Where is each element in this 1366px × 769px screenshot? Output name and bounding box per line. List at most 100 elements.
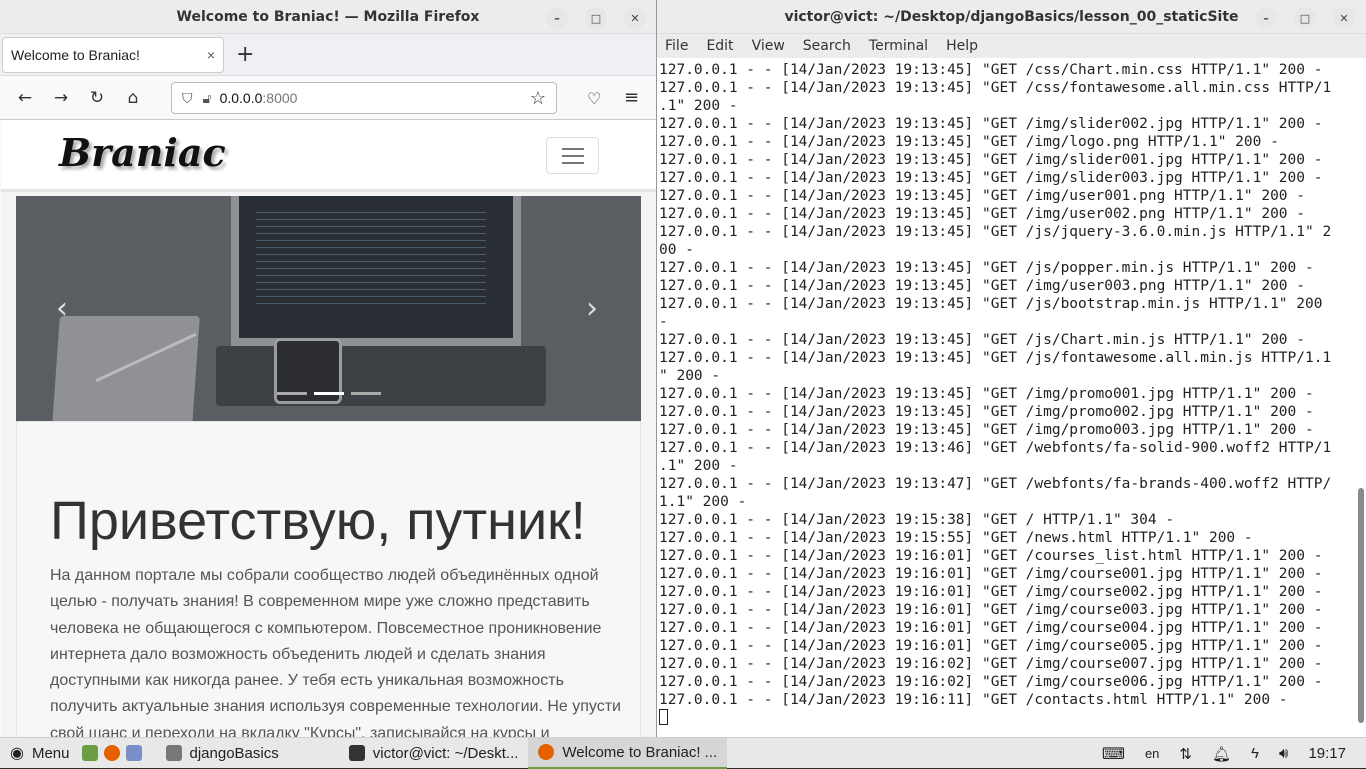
start-menu-button[interactable]: ◉ Menu [0,738,80,769]
terminal-line: .1" 200 - [659,458,738,474]
notifications-icon[interactable]: 🔔︎ [1212,745,1231,763]
terminal-line: 127.0.0.1 - - [14/Jan/2023 19:13:46] "GE… [659,440,1332,456]
close-button[interactable]: ✕ [624,7,646,29]
terminal-output[interactable]: 127.0.0.1 - - [14/Jan/2023 19:13:45] "GE… [659,61,1355,731]
menu-terminal[interactable]: Terminal [869,38,928,54]
terminal-scrollbar[interactable] [1358,488,1364,723]
terminal-line: 127.0.0.1 - - [14/Jan/2023 19:13:45] "GE… [659,206,1306,222]
show-desktop-icon[interactable] [81,745,98,761]
carousel-indicator[interactable] [351,392,381,395]
insecure-lock-icon[interactable]: 🔓︎ [203,90,212,107]
menu-help[interactable]: Help [946,38,978,54]
tab-close-icon[interactable]: × [207,47,215,63]
terminal-line: 127.0.0.1 - - [14/Jan/2023 19:13:45] "GE… [659,134,1279,150]
taskbar-item-label: victor@vict: ~/Deskt... [372,744,519,762]
reload-icon[interactable]: ↻ [86,87,108,109]
terminal-line: - [659,314,668,330]
terminal-window: victor@vict: ~/Desktop/djangoBasics/less… [657,0,1366,737]
terminal-line: 127.0.0.1 - - [14/Jan/2023 19:16:11] "GE… [659,692,1288,708]
site-header: Braniac [1,120,656,192]
volume-icon[interactable]: 🔊︎ [1279,745,1288,762]
terminal-line: 127.0.0.1 - - [14/Jan/2023 19:15:55] "GE… [659,530,1253,546]
page-viewport: Braniac ‹ › Приветствую, путник! На данн… [1,120,656,737]
menu-search[interactable]: Search [803,38,851,54]
terminal-window-title: victor@vict: ~/Desktop/djangoBasics/less… [784,8,1239,25]
power-icon[interactable]: ϟ [1251,745,1259,762]
terminal-line: 127.0.0.1 - - [14/Jan/2023 19:13:45] "GE… [659,188,1306,204]
terminal-line: 127.0.0.1 - - [14/Jan/2023 19:16:01] "GE… [659,620,1323,636]
minimize-button[interactable]: – [546,7,568,29]
terminal-line: 127.0.0.1 - - [14/Jan/2023 19:16:01] "GE… [659,584,1323,600]
back-icon[interactable]: ← [14,87,36,109]
keyboard-layout[interactable]: en [1145,746,1159,761]
terminal-line: 127.0.0.1 - - [14/Jan/2023 19:13:45] "GE… [659,80,1332,96]
terminal-line: 127.0.0.1 - - [14/Jan/2023 19:13:47] "GE… [659,476,1332,492]
terminal-line: 127.0.0.1 - - [14/Jan/2023 19:13:45] "GE… [659,404,1314,420]
menu-view[interactable]: View [752,38,785,54]
carousel-next-icon[interactable]: › [586,291,598,326]
terminal-icon [348,745,365,761]
home-icon[interactable]: ⌂ [122,87,144,109]
carousel-prev-icon[interactable]: ‹ [56,291,68,326]
tab-braniac[interactable]: Welcome to Braniac! × [2,36,224,73]
network-icon[interactable]: ⇅ [1179,745,1192,763]
forward-icon[interactable]: → [50,87,72,109]
welcome-heading: Приветствую, путник! [50,491,586,551]
terminal-cursor [659,709,668,725]
tab-title: Welcome to Braniac! [11,46,140,63]
terminal-line: 127.0.0.1 - - [14/Jan/2023 19:13:45] "GE… [659,224,1332,240]
folder-icon [165,745,182,761]
keyboard-image [216,346,546,406]
taskbar-item-firefox[interactable]: Welcome to Braniac! ... [528,737,728,769]
maximize-button[interactable]: □ [585,7,607,29]
terminal-line: 127.0.0.1 - - [14/Jan/2023 19:16:02] "GE… [659,674,1323,690]
terminal-menubar: File Edit View Search Terminal Help [657,34,1366,58]
terminal-line: 127.0.0.1 - - [14/Jan/2023 19:13:45] "GE… [659,296,1323,312]
terminal-line: 127.0.0.1 - - [14/Jan/2023 19:13:45] "GE… [659,386,1314,402]
minimize-button[interactable]: – [1255,7,1277,29]
terminal-line: 127.0.0.1 - - [14/Jan/2023 19:16:02] "GE… [659,656,1323,672]
carousel-indicator-active[interactable] [314,392,344,395]
hero-carousel: ‹ › [16,196,641,421]
terminal-titlebar[interactable]: victor@vict: ~/Desktop/djangoBasics/less… [657,0,1366,34]
clock[interactable]: 19:17 [1308,745,1346,762]
terminal-line: 127.0.0.1 - - [14/Jan/2023 19:13:45] "GE… [659,62,1323,78]
menu-edit[interactable]: Edit [706,38,733,54]
notebook-image [52,316,200,421]
mint-logo-icon: ◉ [10,745,24,762]
site-logo[interactable]: Braniac [59,130,226,175]
taskbar-item-terminal[interactable]: victor@vict: ~/Deskt... [339,738,529,769]
shield-icon[interactable]: ⛉ [182,90,193,107]
url-bar[interactable]: ⛉ 🔓︎ 0.0.0.0 :8000 ☆ [171,82,557,114]
firefox-window: Welcome to Braniac! — Mozilla Firefox – … [0,0,657,737]
terminal-line: 127.0.0.1 - - [14/Jan/2023 19:13:45] "GE… [659,152,1323,168]
navbar-toggle-button[interactable] [546,137,599,174]
terminal-line: 1.1" 200 - [659,494,747,510]
url-host: 0.0.0.0 [219,90,263,106]
terminal-line: 127.0.0.1 - - [14/Jan/2023 19:16:01] "GE… [659,566,1323,582]
tab-strip: Welcome to Braniac! × + [0,34,656,76]
keyboard-icon[interactable]: ⌨ [1102,744,1125,764]
terminal-line: 127.0.0.1 - - [14/Jan/2023 19:16:01] "GE… [659,602,1323,618]
new-tab-button[interactable]: + [236,42,254,67]
terminal-line: 127.0.0.1 - - [14/Jan/2023 19:15:38] "GE… [659,512,1175,528]
url-port: :8000 [262,90,298,106]
welcome-paragraph: На данном портале мы собрали сообщество … [50,567,621,737]
terminal-line: 127.0.0.1 - - [14/Jan/2023 19:13:45] "GE… [659,422,1314,438]
menu-file[interactable]: File [665,38,688,54]
firefox-launcher-icon[interactable] [103,745,120,761]
terminal-line: 127.0.0.1 - - [14/Jan/2023 19:16:01] "GE… [659,548,1323,564]
taskbar-item-label: Welcome to Braniac! ... [562,743,718,761]
mail-launcher-icon[interactable] [125,745,142,761]
laptop-screen-code [256,206,486,306]
maximize-button[interactable]: □ [1294,7,1316,29]
app-menu-icon[interactable]: ≡ [624,87,639,108]
terminal-line: 127.0.0.1 - - [14/Jan/2023 19:13:45] "GE… [659,260,1314,276]
close-button[interactable]: ✕ [1333,7,1355,29]
bookmark-star-icon[interactable]: ☆ [530,88,546,109]
taskbar-item-files[interactable]: djangoBasics [156,738,289,769]
firefox-titlebar[interactable]: Welcome to Braniac! — Mozilla Firefox – … [0,0,656,34]
carousel-indicator[interactable] [277,392,307,395]
terminal-line: " 200 - [659,368,721,384]
pocket-icon[interactable]: ♡ [587,89,601,108]
